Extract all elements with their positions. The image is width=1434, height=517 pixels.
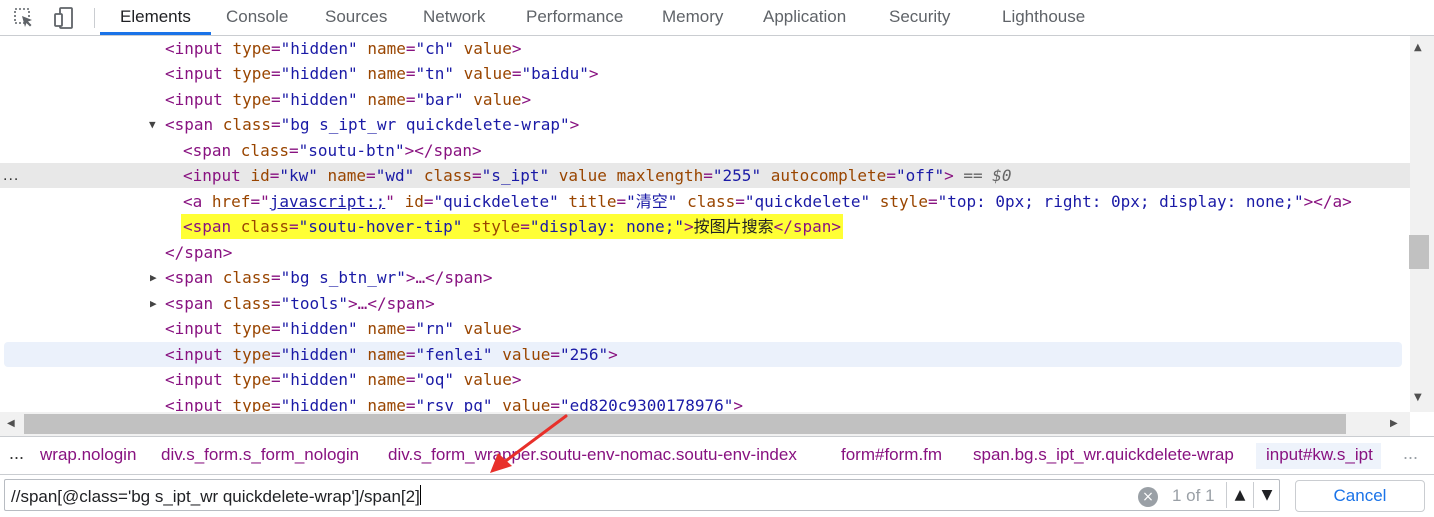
href-link[interactable]: javascript:; [270, 192, 386, 211]
tab-lighthouse[interactable]: Lighthouse [1002, 0, 1085, 35]
collapsed-triangle-icon[interactable]: ▶ [150, 265, 157, 290]
dom-node-input-fenlei-hovered[interactable]: <input type="hidden" name="fenlei" value… [0, 342, 1410, 367]
scroll-left-icon[interactable]: ◀ [7, 418, 15, 429]
breadcrumb-more-left-icon[interactable]: ... [9, 443, 24, 464]
dom-node-span-close[interactable]: </span> [0, 240, 1410, 265]
cancel-button[interactable]: Cancel [1295, 480, 1425, 512]
breadcrumb-item[interactable]: wrap.nologin [40, 445, 136, 465]
scroll-right-icon[interactable]: ▶ [1390, 418, 1398, 429]
dom-node-span-soutu-hover-tip-highlighted[interactable]: <span class="soutu-hover-tip" style="dis… [0, 214, 1410, 239]
dom-node-span-tools[interactable]: ▶ <span class="tools">…</span> [0, 291, 1410, 316]
breadcrumb-item-current[interactable]: input#kw.s_ipt [1256, 443, 1381, 469]
vertical-scrollbar[interactable] [1410, 36, 1434, 412]
dom-node-input-oq[interactable]: <input type="hidden" name="oq" value> [0, 367, 1410, 392]
match-count: 1 of 1 [1172, 486, 1215, 505]
find-input-box[interactable]: //span[@class='bg s_ipt_wr quickdelete-w… [4, 479, 1280, 511]
tab-application[interactable]: Application [763, 0, 846, 35]
dom-node-span-quickdelete-wrap[interactable]: ▼ <span class="bg s_ipt_wr quickdelete-w… [0, 112, 1410, 137]
dom-node-input-kw-selected[interactable]: ... <input id="kw" name="wd" class="s_ip… [0, 163, 1410, 188]
find-input[interactable]: //span[@class='bg s_ipt_wr quickdelete-w… [11, 485, 421, 507]
clear-search-icon[interactable]: × [1138, 487, 1158, 507]
devtools-toolbar: Elements Console Sources Network Perform… [0, 0, 1434, 36]
dom-node-input-rsv-pq[interactable]: <input type="hidden" name="rsv_pq" value… [0, 393, 1410, 412]
inspect-icon[interactable] [12, 6, 36, 30]
text-caret [419, 485, 421, 505]
dom-node-span-s-btn-wr[interactable]: ▶ <span class="bg s_btn_wr">…</span> [0, 265, 1410, 290]
tab-performance[interactable]: Performance [526, 0, 623, 35]
previous-match-button[interactable]: ▲ [1226, 482, 1253, 508]
dom-node-a-quickdelete[interactable]: <a href="javascript:;" id="quickdelete" … [0, 189, 1410, 214]
find-bar: //span[@class='bg s_ipt_wr quickdelete-w… [0, 474, 1434, 517]
breadcrumb-more-right-icon[interactable]: ... [1403, 443, 1418, 464]
scroll-up-icon[interactable]: ▲ [1414, 42, 1422, 53]
next-match-button[interactable]: ▼ [1253, 482, 1280, 508]
breadcrumb-item[interactable]: div.s_form.s_form_nologin [161, 445, 359, 465]
device-toolbar-icon[interactable] [52, 6, 76, 30]
breadcrumb-item[interactable]: div.s_form_wrapper.soutu-env-nomac.soutu… [388, 445, 797, 465]
tab-security[interactable]: Security [889, 0, 950, 35]
collapsed-triangle-icon[interactable]: ▶ [150, 291, 157, 316]
dom-node-input-rn[interactable]: <input type="hidden" name="rn" value> [0, 316, 1410, 341]
tab-elements[interactable]: Elements [120, 0, 191, 35]
tab-sources[interactable]: Sources [325, 0, 387, 35]
breadcrumb: ... wrap.nologin div.s_form.s_form_nolog… [0, 436, 1434, 474]
expanded-triangle-icon[interactable]: ▼ [149, 112, 156, 137]
breadcrumb-item[interactable]: form#form.fm [841, 445, 942, 465]
toolbar-divider [94, 8, 95, 28]
elements-dom-tree: <input type="hidden" name="ch" value> <i… [0, 36, 1410, 412]
tab-network[interactable]: Network [423, 0, 485, 35]
node-actions-menu-icon[interactable]: ... [3, 163, 19, 188]
breadcrumb-item[interactable]: span.bg.s_ipt_wr.quickdelete-wrap [973, 445, 1234, 465]
dom-node-input-bar[interactable]: <input type="hidden" name="bar" value> [0, 87, 1410, 112]
tab-memory[interactable]: Memory [662, 0, 723, 35]
horizontal-scroll-thumb[interactable] [24, 414, 1346, 434]
dom-node-input-ch[interactable]: <input type="hidden" name="ch" value> [0, 36, 1410, 61]
scroll-down-icon[interactable]: ▼ [1414, 392, 1422, 403]
active-tab-indicator [100, 32, 211, 35]
tab-console[interactable]: Console [226, 0, 288, 35]
dom-node-input-tn[interactable]: <input type="hidden" name="tn" value="ba… [0, 61, 1410, 86]
vertical-scroll-thumb[interactable] [1409, 235, 1429, 269]
dom-node-span-soutu-btn[interactable]: <span class="soutu-btn"></span> [0, 138, 1410, 163]
